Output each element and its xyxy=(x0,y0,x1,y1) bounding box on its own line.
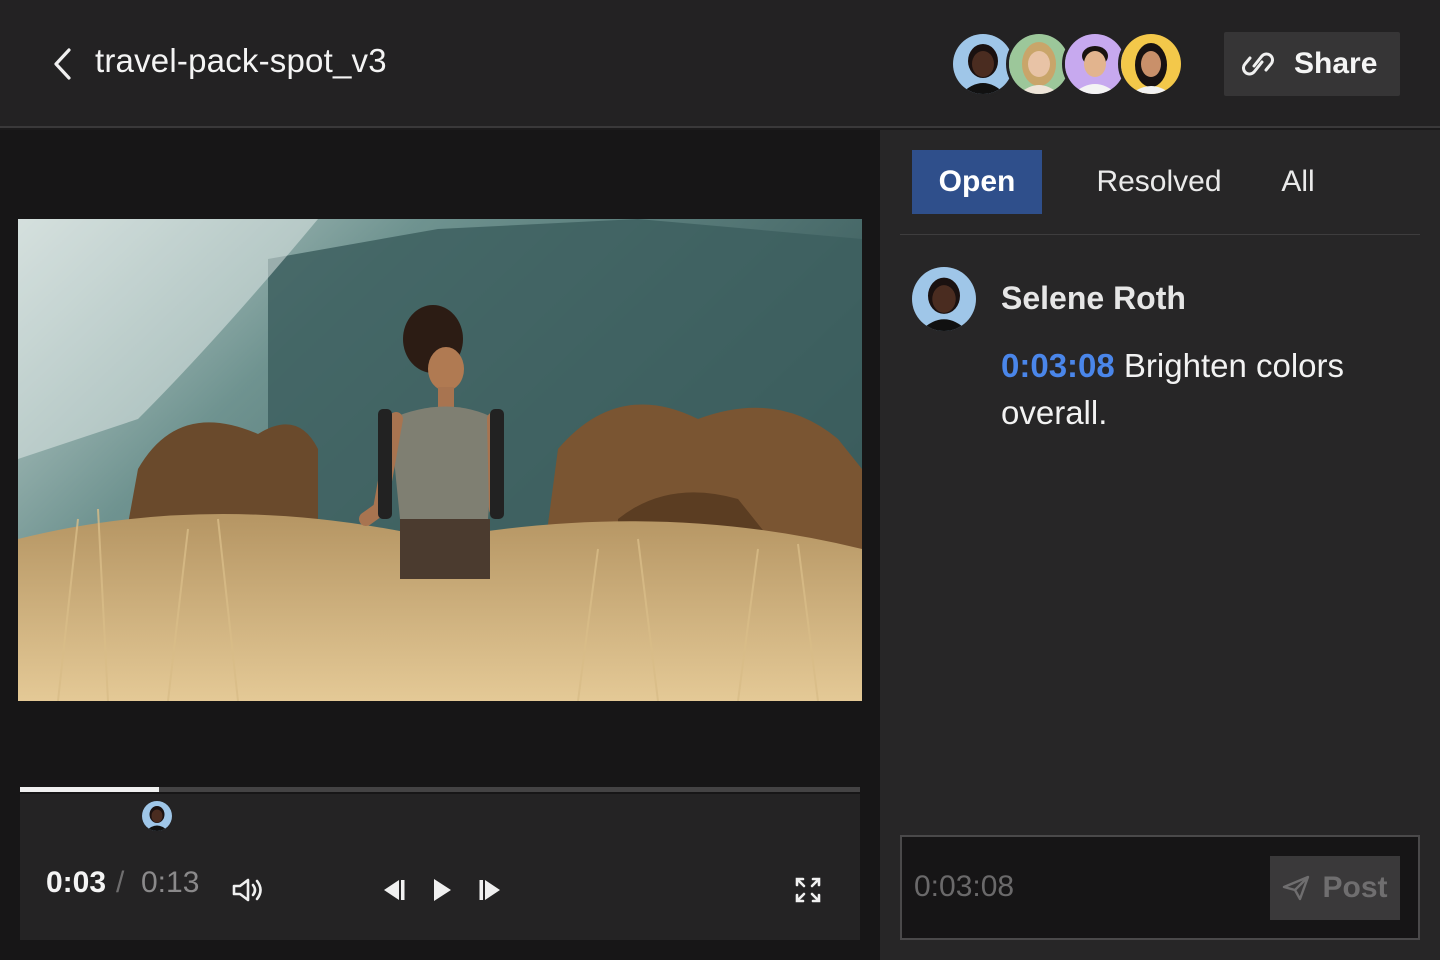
share-label: Share xyxy=(1294,47,1378,80)
post-button[interactable]: Post xyxy=(1270,856,1400,920)
volume-icon xyxy=(232,878,262,902)
top-bar: travel-pack-spot_v3 Share xyxy=(0,0,1440,128)
total-time: 0:13 xyxy=(141,866,200,899)
progress-fill xyxy=(20,787,159,792)
tab-all[interactable]: All xyxy=(1266,150,1330,214)
step-back-button[interactable] xyxy=(374,872,414,908)
video-panel: 0:03 / 0:13 xyxy=(0,130,880,960)
person-avatar-icon xyxy=(1009,34,1069,94)
comment-timestamp-link[interactable]: 0:03:08 xyxy=(1001,347,1115,384)
video-still-image xyxy=(18,219,862,701)
collaborator-avatar[interactable] xyxy=(1118,31,1184,97)
video-frame[interactable] xyxy=(18,219,862,701)
chevron-left-icon xyxy=(54,48,71,80)
play-icon xyxy=(434,879,451,901)
send-icon xyxy=(1283,875,1310,901)
comment-author: Selene Roth xyxy=(1001,280,1186,316)
post-label: Post xyxy=(1322,871,1388,904)
volume-button[interactable] xyxy=(226,872,270,908)
comment-body: 0:03:08 Brighten colors overall. xyxy=(1001,342,1401,436)
comment-input[interactable] xyxy=(914,867,1254,907)
person-avatar-icon xyxy=(953,34,1013,94)
step-forward-icon xyxy=(479,880,500,900)
fullscreen-icon xyxy=(795,877,821,903)
progress-bar[interactable] xyxy=(20,787,860,792)
share-button[interactable]: Share xyxy=(1224,32,1400,96)
collaborator-avatars xyxy=(950,31,1184,97)
fullscreen-button[interactable] xyxy=(788,872,828,908)
play-button[interactable] xyxy=(422,872,462,908)
link-icon xyxy=(1242,52,1274,76)
comments-panel: Open Resolved All Selene Roth 0:03:08 Br… xyxy=(880,130,1440,960)
person-avatar-icon xyxy=(912,267,976,331)
tab-open[interactable]: Open xyxy=(912,150,1042,214)
person-avatar-icon xyxy=(1121,34,1181,94)
person-avatar-icon xyxy=(141,801,172,831)
comment-marker-avatar[interactable] xyxy=(139,799,174,833)
current-time: 0:03 xyxy=(46,866,107,899)
tabs-divider xyxy=(900,234,1420,235)
back-button[interactable] xyxy=(46,44,80,84)
step-back-icon xyxy=(384,880,405,900)
avatar xyxy=(912,267,976,331)
file-title: travel-pack-spot_v3 xyxy=(95,42,387,79)
step-forward-button[interactable] xyxy=(470,872,510,908)
time-separator: / xyxy=(116,866,125,899)
tab-resolved[interactable]: Resolved xyxy=(1076,150,1242,214)
comment-input-box: Post xyxy=(900,835,1420,940)
person-avatar-icon xyxy=(1065,34,1125,94)
player-controls: 0:03 / 0:13 xyxy=(20,794,860,940)
